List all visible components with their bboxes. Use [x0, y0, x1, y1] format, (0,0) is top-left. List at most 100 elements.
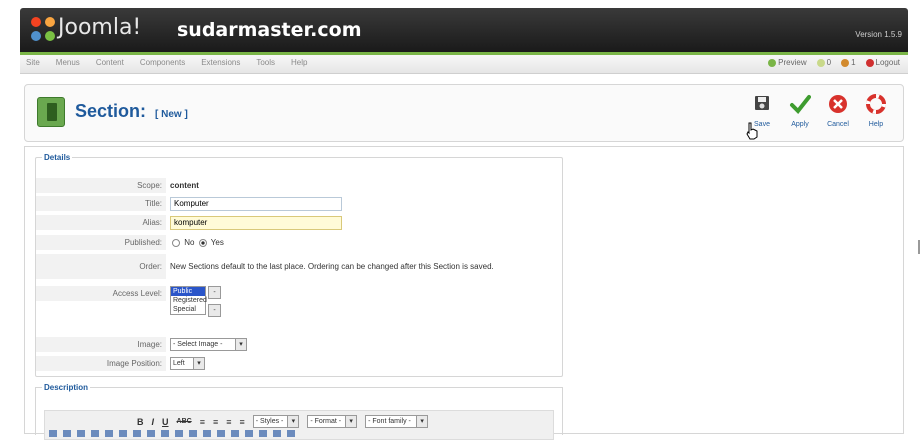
details-fieldset: Details Scope: content Title: Alias: Pub… — [35, 153, 563, 377]
users-icon — [841, 58, 850, 67]
chevron-down-icon: ▾ — [416, 416, 428, 427]
font-family-select-value: - Font family - — [368, 418, 411, 425]
format-select[interactable]: - Format - ▾ — [307, 415, 358, 428]
published-yes-label: Yes — [210, 238, 224, 247]
align-justify-icon[interactable]: ≡ — [239, 417, 244, 427]
align-right-icon[interactable]: ≡ — [226, 417, 231, 427]
align-left-icon[interactable]: ≡ — [200, 417, 205, 427]
format-select-value: - Format - — [310, 418, 342, 425]
chevron-down-icon: ▾ — [287, 416, 299, 427]
joomla-logo-icon — [31, 17, 55, 41]
logout-label: Logout — [875, 58, 900, 67]
scope-label: Scope: — [36, 178, 166, 193]
order-label: Order: — [36, 254, 166, 279]
published-label: Published: — [36, 235, 166, 250]
page-title: Section: [ New ] — [75, 101, 188, 122]
version-label: Version 1.5.9 — [855, 30, 902, 39]
image-position-value: Left — [173, 360, 185, 367]
apply-button[interactable]: Apply — [780, 93, 820, 137]
checkmark-icon — [790, 95, 811, 115]
image-label: Image: — [36, 337, 166, 352]
scope-row: Scope: content — [36, 178, 564, 193]
menu-item-components[interactable]: Components — [140, 58, 185, 67]
users-count: 1 — [851, 58, 856, 67]
preview-link[interactable]: Preview — [768, 58, 807, 67]
access-option-public[interactable]: Public — [171, 287, 205, 296]
logo-text: Joomla! — [58, 15, 142, 40]
strikethrough-button[interactable]: ABC — [177, 418, 192, 425]
access-scroll-up[interactable]: - — [208, 286, 221, 299]
help-label: Help — [868, 121, 884, 128]
published-row: Published: No Yes — [36, 235, 564, 250]
access-level-row: Access Level: Public Registered Special … — [36, 286, 564, 317]
published-no-label: No — [184, 238, 195, 247]
preview-icon — [768, 58, 777, 67]
messages-count: 0 — [826, 58, 832, 67]
underline-button[interactable]: U — [162, 417, 169, 427]
alias-label: Alias: — [36, 215, 166, 230]
messages-icon — [816, 58, 825, 67]
bold-button[interactable]: B — [137, 417, 144, 427]
image-position-select[interactable]: Left ▾ — [170, 357, 205, 370]
menu-item-site[interactable]: Site — [26, 58, 40, 67]
published-yes-radio[interactable] — [198, 238, 207, 247]
help-button[interactable]: Help — [856, 93, 896, 137]
description-fieldset: Description B I U ABC ≡ ≡ ≡ ≡ - Styles -… — [35, 383, 563, 440]
logout-link[interactable]: Logout — [865, 58, 900, 67]
logout-icon — [865, 58, 874, 67]
image-position-label: Image Position: — [36, 356, 166, 371]
chevron-down-icon: ▾ — [193, 358, 204, 369]
align-center-icon[interactable]: ≡ — [213, 417, 218, 427]
image-position-row: Image Position: Left ▾ — [36, 356, 564, 371]
header-bar: Joomla! sudarmaster.com Version 1.5.9 — [20, 8, 908, 52]
title-label: Title: — [36, 196, 166, 211]
chevron-down-icon: ▾ — [235, 339, 246, 350]
hand-cursor-icon — [746, 122, 758, 140]
image-select-value: - Select Image - — [173, 341, 223, 348]
menu-item-extensions[interactable]: Extensions — [201, 58, 240, 67]
cancel-button[interactable]: Cancel — [818, 93, 858, 137]
section-icon — [37, 97, 65, 127]
save-icon — [755, 96, 769, 110]
styles-select[interactable]: - Styles - ▾ — [252, 415, 300, 428]
toolbar-panel: Section: [ New ] Save Apply Cancel Help — [24, 84, 904, 142]
alias-row: Alias: — [36, 215, 564, 230]
menu-item-content[interactable]: Content — [96, 58, 124, 67]
chevron-down-icon: ▾ — [345, 416, 357, 427]
menu-item-tools[interactable]: Tools — [256, 58, 275, 67]
cancel-icon — [829, 95, 847, 113]
italic-button[interactable]: I — [152, 417, 155, 427]
editor-toolbar: B I U ABC ≡ ≡ ≡ ≡ - Styles - ▾ - Format … — [44, 410, 554, 440]
lifebuoy-icon — [866, 94, 886, 114]
access-level-label: Access Level: — [36, 286, 166, 301]
title-row: Title: — [36, 196, 564, 211]
messages-link[interactable]: 0 — [816, 58, 832, 67]
menu-item-menus[interactable]: Menus — [56, 58, 80, 67]
access-option-special[interactable]: Special — [171, 305, 205, 314]
menu-bar: Site Menus Content Components Extensions… — [20, 52, 908, 74]
menu-item-help[interactable]: Help — [291, 58, 307, 67]
preview-label: Preview — [778, 58, 807, 67]
image-select[interactable]: - Select Image - ▾ — [170, 338, 247, 351]
access-option-registered[interactable]: Registered — [171, 296, 207, 305]
page-title-text: Section: — [75, 101, 147, 121]
site-name[interactable]: sudarmaster.com — [177, 19, 362, 41]
alias-input[interactable] — [170, 215, 342, 230]
access-level-listbox[interactable]: Public Registered Special — [170, 286, 207, 315]
apply-label: Apply — [791, 121, 809, 128]
access-scroll-down[interactable]: - — [208, 304, 221, 317]
details-legend: Details — [44, 153, 71, 162]
published-no-radio[interactable] — [172, 238, 180, 247]
image-row: Image: - Select Image - ▾ — [36, 337, 564, 352]
page-subtitle: [ New ] — [155, 109, 188, 120]
order-row: Order: New Sections default to the last … — [36, 254, 564, 279]
styles-select-value: - Styles - — [255, 418, 284, 425]
description-legend: Description — [44, 383, 89, 392]
title-input[interactable] — [170, 196, 342, 211]
font-family-select[interactable]: - Font family - ▾ — [365, 415, 429, 428]
order-text: New Sections default to the last place. … — [170, 261, 494, 271]
scope-value: content — [170, 181, 199, 190]
users-link[interactable]: 1 — [841, 58, 856, 67]
content-panel: Details Scope: content Title: Alias: Pub… — [24, 146, 904, 440]
cancel-label: Cancel — [827, 121, 849, 128]
